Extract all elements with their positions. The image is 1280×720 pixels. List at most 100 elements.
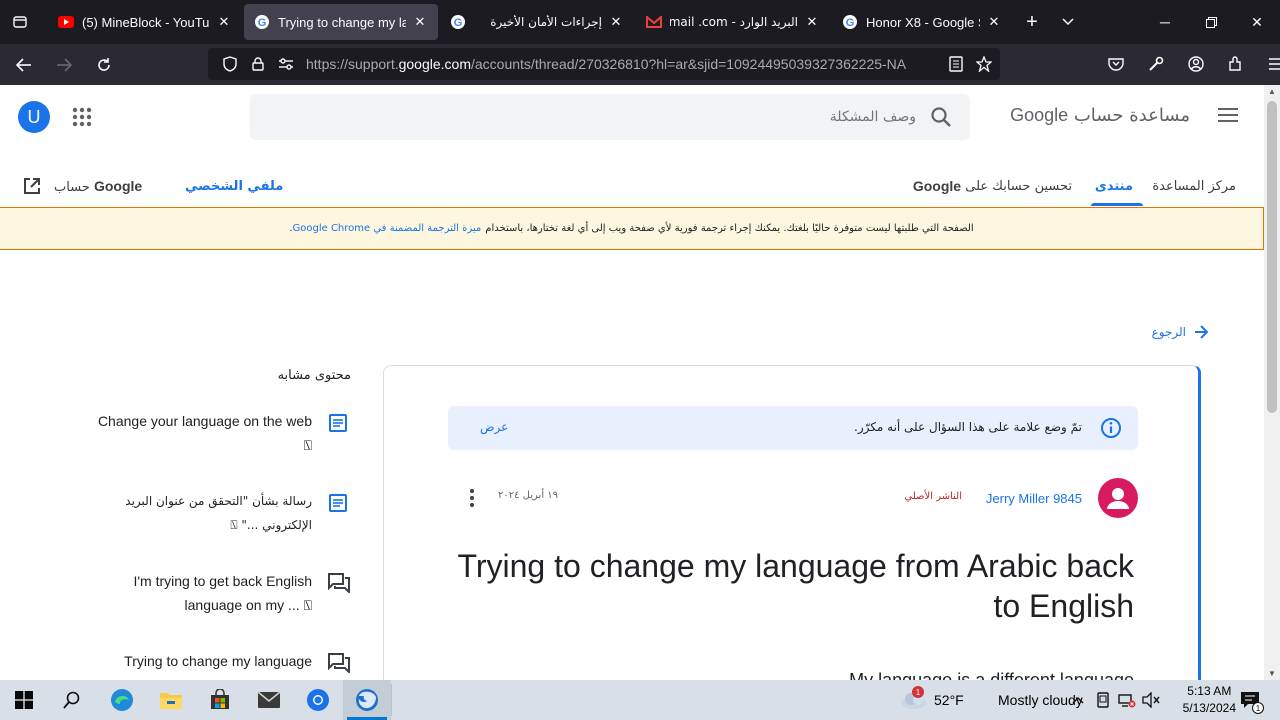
search-icon[interactable]: [930, 106, 952, 128]
external-link-icon: [22, 176, 42, 196]
close-window-button[interactable]: ✕: [1234, 0, 1280, 44]
nav-my-profile[interactable]: ملفي الشخصي: [185, 165, 283, 207]
google-icon: G: [254, 14, 270, 30]
nav-community[interactable]: منتدى: [1095, 165, 1133, 207]
pocket-icon[interactable]: [1098, 48, 1134, 80]
bookmark-star-icon[interactable]: [970, 50, 998, 78]
google-apps-icon[interactable]: [70, 105, 94, 129]
close-tab-icon[interactable]: ✕: [412, 14, 428, 30]
chrome-icon[interactable]: [294, 680, 342, 720]
windows-taskbar: 1 52°F Mostly cloudy 5:13 AM 5/13/2024 1: [0, 680, 1280, 720]
tab-google-blank[interactable]: G إجراءات الأمان الأخيرة ✕: [440, 4, 634, 40]
related-item[interactable]: رسالة بشأن "التحقق من عنوان البريد الإلك…: [90, 489, 350, 539]
extensions-icon[interactable]: [1218, 48, 1254, 80]
menu-icon[interactable]: [1258, 48, 1280, 80]
duplicate-message: تمّ وضع علامة على هذا السؤال على أنه مكر…: [854, 420, 1082, 434]
related-item-text: Change your language on the web ⍂: [97, 413, 312, 453]
browser-tab-bar: (5) MineBlock - YouTube ✕ G Trying to ch…: [0, 0, 1280, 44]
google-icon: G: [842, 14, 858, 30]
url-text[interactable]: https://support.google.com/accounts/thre…: [306, 56, 926, 72]
related-content-title: محتوى مشابه: [277, 368, 351, 383]
reader-view-icon[interactable]: [942, 50, 970, 78]
tab-current-thread[interactable]: G Trying to change my langu ✕: [244, 4, 438, 40]
forum-thread-icon: [328, 573, 350, 595]
back-link[interactable]: الرجوع: [1152, 325, 1208, 339]
arrow-right-icon: [1195, 325, 1208, 339]
related-item-text: Trying to change my language: [124, 653, 312, 669]
tracking-shield-icon[interactable]: [216, 50, 244, 78]
device-icon[interactable]: [1092, 680, 1114, 720]
related-item[interactable]: Change your language on the web ⍂: [90, 409, 350, 459]
question-title: Trying to change my language from Arabic…: [457, 548, 1135, 624]
tab-google-search[interactable]: G Honor X8 - Google Search ✕: [832, 4, 1012, 40]
active-tab-indicator: [1091, 203, 1143, 206]
language-notice-banner: الصفحة التي طلبتها ليست متوفرة حاليًا بل…: [0, 207, 1264, 250]
tab-gmail[interactable]: البريد الوارد - Gmail .com ✕: [636, 4, 830, 40]
start-windows-icon[interactable]: [0, 680, 48, 720]
gmail-icon: [646, 14, 662, 30]
close-tab-icon[interactable]: ✕: [216, 14, 232, 30]
weather-icon[interactable]: 1: [896, 680, 932, 720]
related-item-text: I'm trying to get back English language …: [133, 573, 312, 613]
google-icon: G: [450, 14, 466, 30]
file-explorer-icon[interactable]: [147, 680, 195, 720]
scroll-up-icon[interactable]: ▲: [1268, 87, 1276, 96]
page-scrollbar[interactable]: ▲ ▼: [1264, 85, 1280, 680]
weather-temp[interactable]: 52°F: [934, 680, 964, 720]
tab-title: البريد الوارد - Gmail .com: [670, 15, 798, 29]
edge-icon[interactable]: [98, 680, 146, 720]
nav-improve-account[interactable]: تحسين حسابك على Google: [913, 165, 1072, 207]
new-tab-button[interactable]: +: [1014, 4, 1050, 40]
close-tab-icon[interactable]: ✕: [986, 14, 1002, 30]
related-item[interactable]: Trying to change my language: [90, 649, 350, 680]
google-account-link[interactable]: Google حساب: [22, 165, 142, 207]
view-duplicate-link[interactable]: عرض: [480, 420, 508, 434]
original-poster-badge: الناشر الأصلي: [904, 491, 962, 502]
svg-text:G: G: [258, 17, 267, 29]
back-arrow-icon[interactable]: [6, 49, 42, 81]
close-tab-icon[interactable]: ✕: [804, 14, 820, 30]
more-options-icon[interactable]: [468, 486, 476, 510]
nav-help-center[interactable]: مركز المساعدة: [1152, 165, 1236, 207]
avatar[interactable]: U: [18, 101, 50, 133]
account-icon[interactable]: [1178, 48, 1214, 80]
article-icon: [328, 413, 350, 435]
microsoft-store-icon[interactable]: [196, 680, 244, 720]
main-menu-icon[interactable]: [1218, 107, 1238, 123]
question-body: My language is a different language: [849, 670, 1134, 680]
author-name[interactable]: Jerry Miller 9845: [986, 491, 1082, 506]
close-tab-icon[interactable]: ✕: [608, 14, 624, 30]
search-icon[interactable]: [48, 680, 96, 720]
tools-icon[interactable]: [1138, 48, 1174, 80]
tab-title: Trying to change my langu: [278, 14, 406, 30]
tab-title: Honor X8 - Google Search: [866, 14, 980, 30]
restore-button[interactable]: [1188, 0, 1234, 44]
firefox-icon[interactable]: [343, 680, 391, 720]
lock-icon[interactable]: [244, 50, 272, 78]
scrollbar-thumb[interactable]: [1267, 101, 1277, 413]
notifications-icon[interactable]: 1: [1232, 680, 1268, 720]
firefox-view-icon[interactable]: [0, 0, 40, 44]
search-input[interactable]: [316, 94, 916, 140]
minimize-button[interactable]: ─: [1142, 0, 1188, 44]
related-item[interactable]: I'm trying to get back English language …: [90, 569, 350, 619]
volume-muted-icon[interactable]: [1140, 680, 1162, 720]
permissions-icon[interactable]: [272, 50, 300, 78]
browser-nav-bar: https://support.google.com/accounts/thre…: [0, 44, 1280, 85]
network-disconnected-icon[interactable]: [1116, 680, 1138, 720]
system-clock[interactable]: 5:13 AM 5/13/2024: [1183, 683, 1236, 717]
author-avatar[interactable]: [1098, 478, 1138, 518]
site-brand[interactable]: مساعدة حساب Google: [1010, 105, 1190, 126]
svg-text:G: G: [454, 17, 463, 29]
tab-title: (5) MineBlock - YouTube: [82, 14, 210, 30]
scroll-down-icon[interactable]: ▼: [1268, 669, 1276, 678]
show-hidden-icons[interactable]: [1066, 680, 1090, 720]
tab-youtube[interactable]: (5) MineBlock - YouTube ✕: [48, 4, 242, 40]
reload-icon[interactable]: [86, 49, 122, 81]
related-item-text: رسالة بشأن "التحقق من عنوان البريد الإلك…: [125, 494, 312, 532]
list-all-tabs-icon[interactable]: [1050, 4, 1086, 40]
address-bar[interactable]: https://support.google.com/accounts/thre…: [208, 48, 1000, 80]
forward-arrow-icon[interactable]: [46, 49, 82, 81]
chrome-translate-link[interactable]: ميزة الترجمة المضمنة في Google Chrome: [293, 223, 482, 234]
mail-icon[interactable]: [245, 680, 293, 720]
